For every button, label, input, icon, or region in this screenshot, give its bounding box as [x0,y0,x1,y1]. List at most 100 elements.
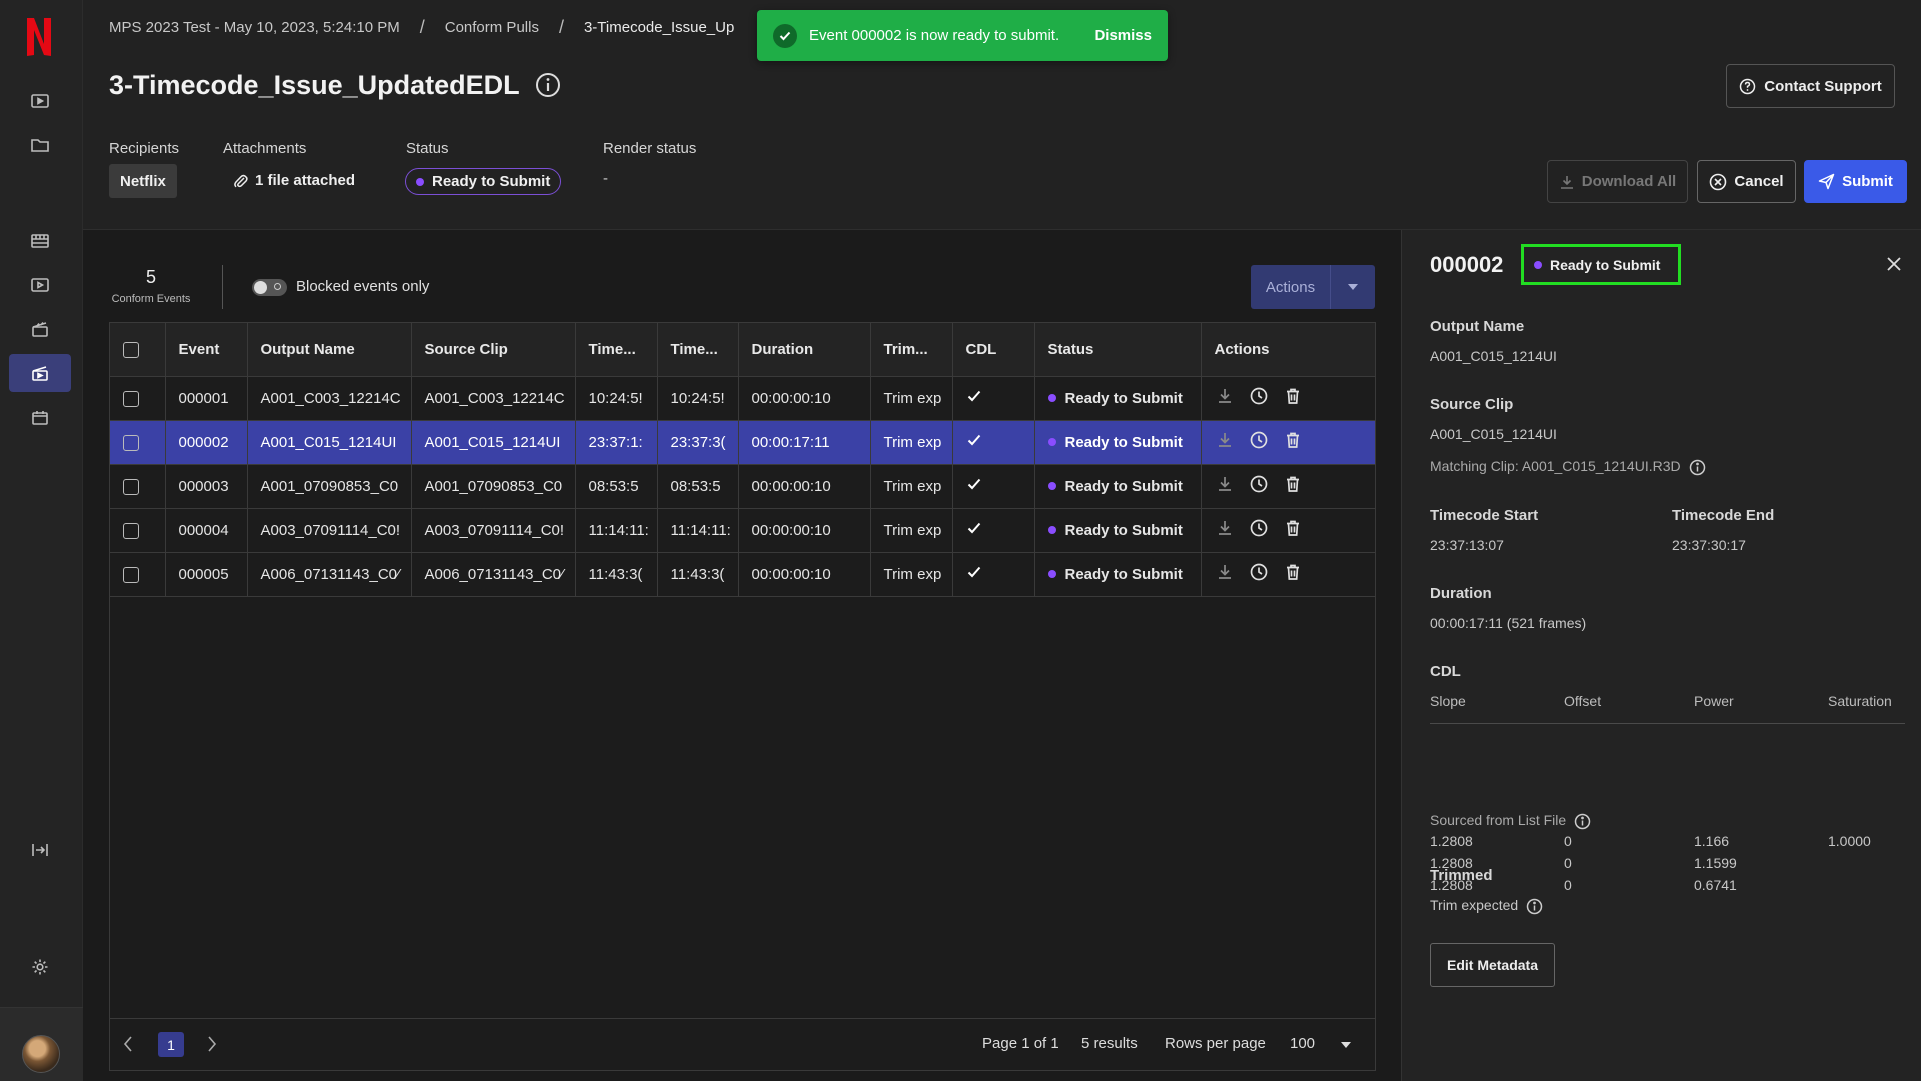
divider [222,265,223,309]
table-row[interactable]: 000003 A001_07090853_C0 A001_07090853_C0 08… [110,464,1376,509]
column-header-event[interactable]: Event [165,323,248,377]
nav-player-icon[interactable] [9,82,71,120]
download-icon[interactable] [1215,430,1235,454]
row-select-cell[interactable] [110,420,166,465]
trimmed-row: Trim expected [1430,897,1543,915]
close-icon[interactable] [1885,255,1903,273]
netflix-logo[interactable] [24,16,54,58]
output-name-value: A001_C015_1214UI [1430,348,1557,364]
row-checkbox[interactable] [123,522,139,539]
cell-event: 000004 [165,508,248,553]
cell-trim: Trim exp [870,464,953,509]
contact-support-button[interactable]: Contact Support [1726,64,1895,108]
row-checkbox[interactable] [123,478,139,495]
nav-film-icon[interactable] [9,222,71,260]
download-icon[interactable] [1215,518,1235,542]
blocked-events-toggle[interactable] [252,279,287,296]
caret-down-icon[interactable] [1341,1042,1351,1048]
info-icon[interactable] [1526,898,1543,915]
attachments-link[interactable]: 1 file attached [233,172,355,189]
row-select-cell[interactable] [110,552,166,597]
chevron-left-icon[interactable] [122,1034,134,1054]
cell-status: Ready to Submit [1034,464,1202,509]
download-icon[interactable] [1215,474,1235,498]
cell-cdl [952,464,1035,509]
cell-timecode-end: 11:14:11: [657,508,739,553]
download-icon[interactable] [1215,386,1235,410]
history-clock-icon[interactable] [1249,474,1269,498]
table-row[interactable]: 000001 A001_C003_12214C A001_C003_12214C 10… [110,376,1376,421]
nav-media-icon[interactable] [9,266,71,304]
select-all-cell[interactable] [110,323,166,377]
table-row[interactable]: 000004 A003_07091114_C0! A003_07091114_C0!… [110,508,1376,553]
cancel-button[interactable]: Cancel [1697,160,1796,203]
cdl-power-value: 1.166 [1694,833,1730,849]
settings-gear-icon[interactable] [9,948,71,986]
info-icon[interactable] [1689,459,1706,476]
column-header-source-clip[interactable]: Source Clip [411,323,576,377]
cell-output-name: A003_07091114_C0! [247,508,412,553]
info-icon[interactable] [535,72,561,98]
page-number-button[interactable]: 1 [158,1032,184,1057]
actions-button-label[interactable]: Actions [1251,265,1331,309]
toast-dismiss-button[interactable]: Dismiss [1094,27,1152,44]
cdl-offset-value: 0 [1564,833,1572,849]
timecode-start-label: Timecode Start [1430,507,1539,524]
rows-per-page-select[interactable]: 100 [1290,1035,1315,1052]
cell-status: Ready to Submit [1034,508,1202,553]
cell-duration: 00:00:00:10 [738,552,871,597]
column-header-timecode-start[interactable]: Time... [575,323,658,377]
history-clock-icon[interactable] [1249,562,1269,586]
row-checkbox[interactable] [123,434,139,451]
column-header-duration[interactable]: Duration [738,323,871,377]
column-header-trim[interactable]: Trim... [870,323,953,377]
timecode-end-label: Timecode End [1672,507,1775,524]
column-header-status[interactable]: Status [1034,323,1202,377]
checkmark-icon [967,566,980,578]
table-row[interactable]: 000005 A006_07131143_C0⁄ A006_07131143_C0⁄… [110,552,1376,597]
info-icon[interactable] [1574,813,1591,830]
column-header-cdl[interactable]: CDL [952,323,1035,377]
nav-clapper-icon[interactable] [9,310,71,348]
duration-label: Duration [1430,585,1492,602]
row-select-cell[interactable] [110,464,166,509]
trash-icon[interactable] [1283,430,1303,454]
cell-timecode-start: 10:24:5! [575,376,658,421]
nav-folder-icon[interactable] [9,126,71,164]
nav-calendar-icon[interactable] [9,398,71,436]
cell-timecode-end: 11:43:3( [657,552,739,597]
breadcrumb-project[interactable]: MPS 2023 Test - May 10, 2023, 5:24:10 PM [109,19,400,36]
cell-actions [1201,376,1376,421]
caret-down-icon[interactable] [1331,265,1375,309]
nav-conform-icon[interactable] [9,354,71,392]
edit-metadata-button[interactable]: Edit Metadata [1430,943,1555,987]
chevron-right-icon[interactable] [206,1034,218,1054]
row-checkbox[interactable] [123,390,139,407]
column-header-timecode-end[interactable]: Time... [657,323,739,377]
select-all-checkbox[interactable] [123,341,139,358]
download-all-button[interactable]: Download All [1547,160,1688,203]
table-header-row: Event Output Name Source Clip Time... Ti… [110,323,1376,377]
cell-trim: Trim exp [870,376,953,421]
user-avatar[interactable] [22,1035,60,1073]
row-select-cell[interactable] [110,508,166,553]
submit-button[interactable]: Submit [1804,160,1907,203]
actions-dropdown[interactable]: Actions [1251,265,1375,309]
table-row[interactable]: 000002 A001_C015_1214UI A001_C015_1214UI 23… [110,420,1376,465]
trash-icon[interactable] [1283,474,1303,498]
history-clock-icon[interactable] [1249,518,1269,542]
collapse-sidebar-icon[interactable] [9,831,71,869]
row-select-cell[interactable] [110,376,166,421]
sourced-from: Sourced from List File [1430,812,1591,830]
history-clock-icon[interactable] [1249,386,1269,410]
history-clock-icon[interactable] [1249,430,1269,454]
recipient-chip: Netflix [109,164,177,198]
breadcrumb-conform-pulls[interactable]: Conform Pulls [445,19,539,36]
cancel-circle-icon [1710,173,1727,190]
trash-icon[interactable] [1283,518,1303,542]
download-icon[interactable] [1215,562,1235,586]
row-checkbox[interactable] [123,566,139,583]
trash-icon[interactable] [1283,386,1303,410]
trash-icon[interactable] [1283,562,1303,586]
column-header-output-name[interactable]: Output Name [247,323,412,377]
